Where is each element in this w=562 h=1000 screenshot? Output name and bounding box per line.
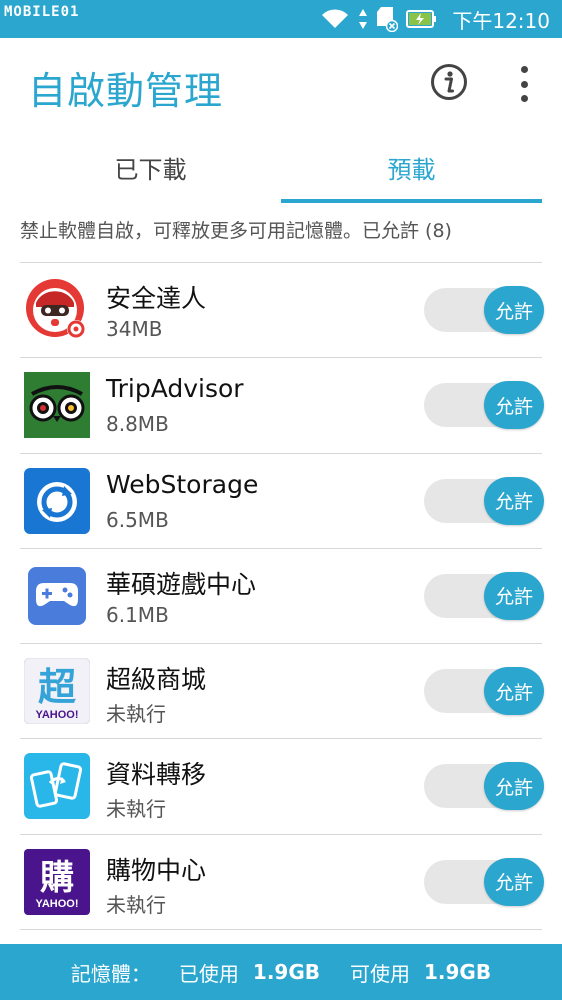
app-size: 未執行 bbox=[106, 702, 166, 727]
list-item: 超 YAHOO! 超級商城 未執行 允許 bbox=[20, 644, 544, 740]
data-arrows-icon bbox=[359, 9, 368, 29]
data-transfer-icon bbox=[24, 753, 90, 820]
wifi-icon bbox=[322, 9, 349, 28]
allow-toggle[interactable]: 允許 bbox=[424, 667, 544, 716]
more-vert-icon bbox=[520, 66, 528, 73]
tripadvisor-icon bbox=[24, 372, 90, 439]
app-name: 華碩遊戲中心 bbox=[106, 569, 257, 599]
status-bar: MOBILE01 下午12:10 bbox=[0, 0, 562, 38]
toggle-thumb: 允許 bbox=[484, 857, 544, 906]
app-list: 安全達人 34MB 允許 TripAdvisor 8.8MB 允許 WebSto… bbox=[20, 263, 544, 931]
toggle-thumb: 允許 bbox=[484, 762, 544, 811]
svg-text:YAHOO!: YAHOO! bbox=[36, 898, 79, 910]
app-name: 資料轉移 bbox=[106, 760, 207, 790]
game-center-icon bbox=[28, 566, 86, 625]
app-size: 6.5MB bbox=[106, 507, 169, 532]
app-name: 購物中心 bbox=[106, 855, 207, 885]
allow-toggle[interactable]: 允許 bbox=[424, 762, 544, 811]
memory-footer: 記憶體： 已使用 1.9GB 可使用 1.9GB bbox=[0, 944, 562, 1000]
svg-text:超: 超 bbox=[38, 665, 77, 709]
app-name: TripAdvisor bbox=[106, 374, 244, 404]
list-item: TripAdvisor 8.8MB 允許 bbox=[20, 358, 544, 454]
status-icons: 下午12:10 bbox=[320, 6, 550, 33]
security-app-icon bbox=[26, 279, 85, 338]
tab-indicator bbox=[281, 199, 542, 203]
list-item: 安全達人 34MB 允許 bbox=[20, 263, 544, 359]
sd-card-icon bbox=[377, 7, 399, 32]
free-value: 1.9GB bbox=[424, 960, 492, 984]
allow-toggle[interactable]: 允許 bbox=[424, 476, 544, 525]
free-label: 可使用 bbox=[350, 961, 410, 986]
app-size: 8.8MB bbox=[106, 412, 169, 437]
memory-label: 記憶體： bbox=[70, 961, 151, 986]
app-size: 6.1MB bbox=[106, 602, 169, 627]
svg-text:購: 購 bbox=[40, 858, 74, 898]
allow-toggle[interactable]: 允許 bbox=[424, 286, 544, 334]
toggle-thumb: 允許 bbox=[484, 381, 544, 430]
app-name: 超級商城 bbox=[106, 665, 207, 695]
app-bar: 自啟動管理 bbox=[0, 38, 562, 130]
app-size: 未執行 bbox=[106, 797, 166, 822]
allow-toggle[interactable]: 允許 bbox=[424, 381, 544, 430]
allow-toggle[interactable]: 允許 bbox=[424, 571, 544, 620]
app-name: WebStorage bbox=[106, 469, 259, 499]
svg-text:YAHOO!: YAHOO! bbox=[36, 709, 79, 721]
allow-toggle[interactable]: 允許 bbox=[424, 857, 544, 906]
tab-bar: 已下載 預載 bbox=[20, 130, 542, 204]
webstorage-icon bbox=[24, 467, 90, 534]
more-vert-button[interactable] bbox=[510, 66, 538, 102]
clock: 下午12:10 bbox=[452, 8, 550, 33]
used-value: 1.9GB bbox=[252, 960, 320, 984]
yahoo-super-mall-icon: 超 YAHOO! bbox=[24, 658, 90, 725]
yahoo-shopping-icon: 購 YAHOO! bbox=[24, 848, 90, 915]
list-item: WebStorage 6.5MB 允許 bbox=[20, 454, 544, 549]
toggle-thumb: 允許 bbox=[484, 476, 544, 525]
list-item: 購 YAHOO! 購物中心 未執行 允許 bbox=[20, 835, 544, 931]
toggle-thumb: 允許 bbox=[484, 571, 544, 620]
app-size: 34MB bbox=[106, 317, 163, 341]
toggle-thumb: 允許 bbox=[484, 286, 544, 334]
description-text: 禁止軟體自啟，可釋放更多可用記憶體。已允許 (8) bbox=[20, 220, 452, 242]
list-item: 華碩遊戲中心 6.1MB 允許 bbox=[20, 549, 544, 645]
toggle-thumb: 允許 bbox=[484, 667, 544, 716]
app-name: 安全達人 bbox=[106, 284, 207, 313]
tab-downloaded[interactable]: 已下載 bbox=[20, 130, 281, 204]
list-item: 資料轉移 未執行 允許 bbox=[20, 739, 544, 835]
info-icon bbox=[431, 64, 467, 100]
page-title: 自啟動管理 bbox=[28, 69, 224, 113]
used-label: 已使用 bbox=[178, 961, 239, 986]
tab-preloaded[interactable]: 預載 bbox=[281, 130, 542, 204]
battery-charging-icon bbox=[406, 10, 437, 28]
info-button[interactable] bbox=[430, 63, 468, 101]
app-size: 未執行 bbox=[106, 892, 166, 917]
watermark: MOBILE01 bbox=[4, 4, 80, 20]
